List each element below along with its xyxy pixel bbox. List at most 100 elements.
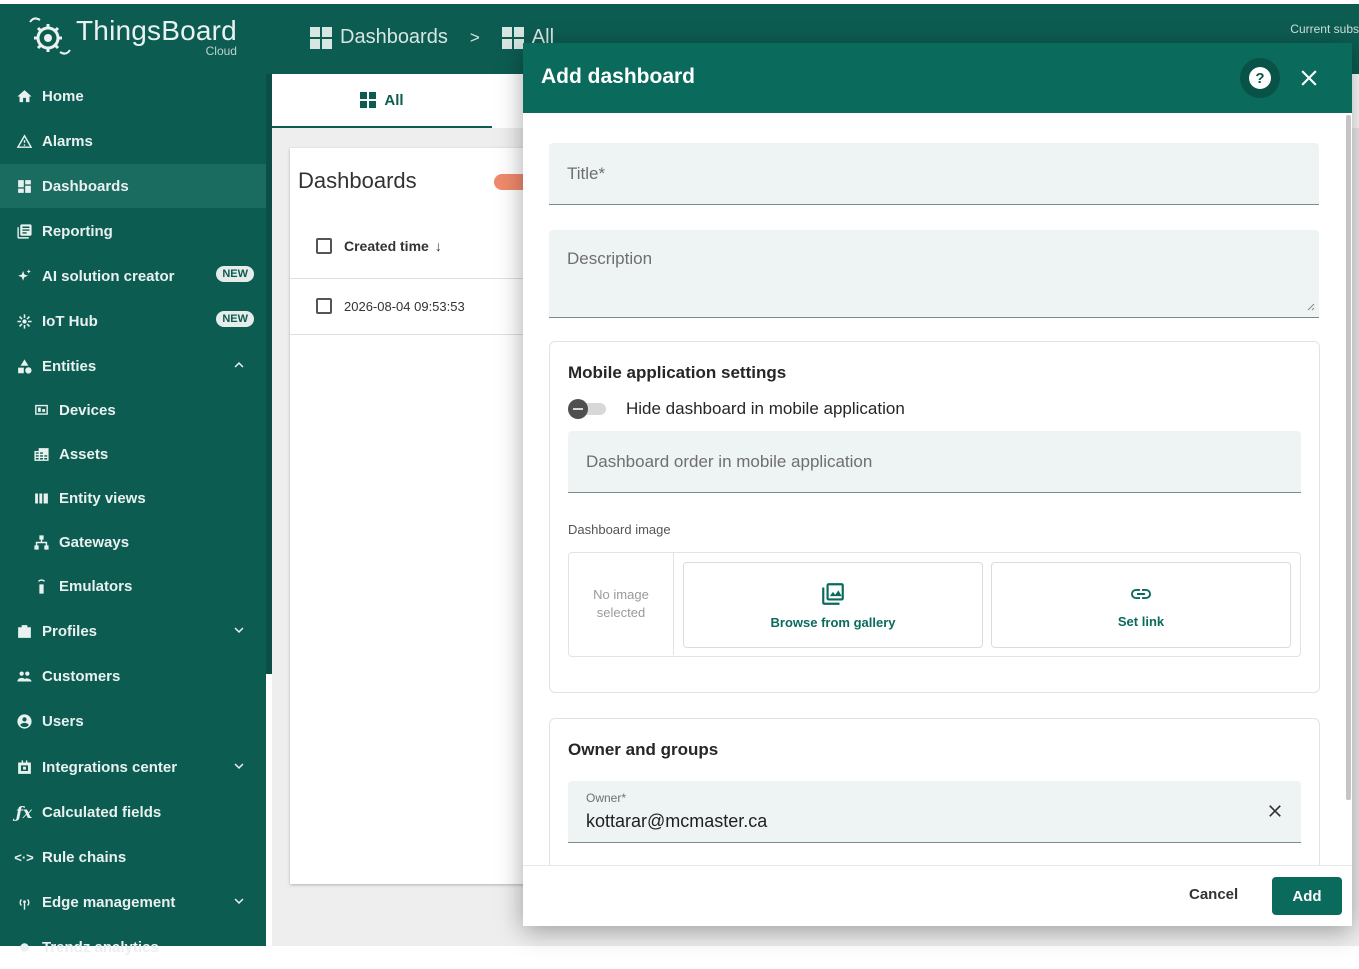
sidebar: Home Alarms Dashboards Reporting AI solu… xyxy=(0,74,266,956)
assets-icon xyxy=(32,445,50,463)
sidebar-item-label: Profiles xyxy=(42,622,98,640)
users-icon xyxy=(15,712,33,730)
alarm-warning-icon xyxy=(15,132,33,150)
sidebar-item-calculated-fields[interactable]: ƒx Calculated fields xyxy=(0,790,266,834)
sidebar-item-label: Edge management xyxy=(42,893,176,911)
resize-handle-icon[interactable] xyxy=(1305,301,1315,311)
hide-in-mobile-toggle[interactable] xyxy=(568,399,606,419)
browse-button-label: Browse from gallery xyxy=(770,614,896,630)
sidebar-item-label: Assets xyxy=(59,445,109,463)
sidebar-item-label: Devices xyxy=(59,401,116,419)
app-logo[interactable]: ThingsBoard Cloud xyxy=(26,14,237,60)
chevron-up-icon[interactable] xyxy=(230,356,248,374)
owner-field[interactable]: Owner* kottarar@mcmaster.ca xyxy=(568,781,1301,843)
function-icon: ƒx xyxy=(15,802,33,822)
owner-value: kottarar@mcmaster.ca xyxy=(586,811,768,831)
chevron-down-icon[interactable] xyxy=(230,757,248,775)
sidebar-item-label: Customers xyxy=(42,667,121,685)
sidebar-item-label: Home xyxy=(42,87,84,105)
sidebar-item-profiles[interactable]: Profiles xyxy=(0,609,266,653)
sidebar-item-users[interactable]: Users xyxy=(0,699,266,743)
sidebar-item-edge-management[interactable]: Edge management xyxy=(0,880,266,924)
row-checkbox[interactable] xyxy=(316,298,332,314)
sidebar-item-label: Reporting xyxy=(42,222,113,240)
link-icon xyxy=(1131,588,1151,599)
dashboard-image-box: No image selected Browse from gallery Se… xyxy=(568,552,1301,657)
hub-icon xyxy=(15,312,33,330)
app-name: ThingsBoard xyxy=(76,15,237,46)
sidebar-item-entities[interactable]: Entities xyxy=(0,344,266,388)
dialog-scrollbar[interactable] xyxy=(1346,115,1351,800)
description-field[interactable]: Description xyxy=(549,230,1319,318)
sidebar-item-reporting[interactable]: Reporting xyxy=(0,209,266,253)
sidebar-item-emulators[interactable]: Emulators xyxy=(0,564,266,608)
dashboard-image-label: Dashboard image xyxy=(568,522,671,537)
add-dashboard-dialog: Add dashboard ? Title* Description Mobil… xyxy=(523,43,1352,926)
dashboard-icon xyxy=(310,26,332,49)
logo-icon xyxy=(29,17,71,55)
sidebar-item-iot-hub[interactable]: IoT Hub NEW xyxy=(0,299,266,343)
chevron-down-icon[interactable] xyxy=(230,892,248,910)
cancel-button[interactable]: Cancel xyxy=(1189,886,1238,903)
column-header-label: Created time xyxy=(344,238,429,254)
tab-all[interactable]: All xyxy=(272,74,492,128)
dashboard-order-field[interactable]: Dashboard order in mobile application xyxy=(568,431,1301,493)
owner-label: Owner* xyxy=(586,791,627,805)
new-badge: NEW xyxy=(216,266,254,282)
table-row-created-time: 2026-08-04 09:53:53 xyxy=(344,299,465,314)
sidebar-item-entity-views[interactable]: Entity views xyxy=(0,476,266,520)
dialog-footer: Cancel Add xyxy=(523,865,1352,926)
sidebar-item-gateways[interactable]: Gateways xyxy=(0,520,266,564)
sidebar-item-label: Trendz analytics xyxy=(42,938,159,956)
set-link-label: Set link xyxy=(1117,613,1165,629)
clear-owner-icon[interactable] xyxy=(1265,801,1285,821)
breadcrumb-dashboards[interactable]: Dashboards xyxy=(340,26,448,49)
sidebar-item-label: Rule chains xyxy=(42,848,127,866)
entity-views-icon xyxy=(32,489,50,507)
order-placeholder: Dashboard order in mobile application xyxy=(586,452,873,471)
dashboard-icon xyxy=(501,26,524,49)
sidebar-item-label: AI solution creator xyxy=(42,267,175,285)
close-icon xyxy=(1301,70,1317,86)
help-button[interactable]: ? xyxy=(1240,58,1280,98)
chevron-down-icon[interactable] xyxy=(230,621,248,639)
sidebar-item-home[interactable]: Home xyxy=(0,74,266,118)
title-placeholder: Title* xyxy=(567,164,606,183)
title-field[interactable]: Title* xyxy=(549,143,1319,205)
gateways-icon xyxy=(32,533,50,551)
set-link-button[interactable]: Set link xyxy=(991,562,1291,648)
sidebar-item-devices[interactable]: Devices xyxy=(0,388,266,432)
breadcrumb: Dashboards > All xyxy=(310,26,554,49)
sidebar-item-assets[interactable]: Assets xyxy=(0,432,266,476)
sidebar-item-dashboards[interactable]: Dashboards xyxy=(0,164,266,208)
breadcrumb-separator: > xyxy=(469,27,480,47)
sidebar-item-label: Alarms xyxy=(42,132,93,150)
close-button[interactable] xyxy=(1296,65,1322,91)
sidebar-item-ai-solution-creator[interactable]: AI solution creator NEW xyxy=(0,254,266,298)
dialog-header: Add dashboard ? xyxy=(523,43,1352,113)
browse-from-gallery-button[interactable]: Browse from gallery xyxy=(683,562,983,648)
sidebar-item-label: Entity views xyxy=(59,489,146,507)
description-placeholder: Description xyxy=(567,249,653,268)
rule-chains-icon: <·> xyxy=(14,849,34,865)
sidebar-item-trendz-analytics[interactable]: Trendz analytics xyxy=(0,925,266,969)
sidebar-item-label: Entities xyxy=(42,357,97,375)
dashboard-icon xyxy=(360,92,377,108)
current-subscription[interactable]: Current subs xyxy=(1290,22,1359,36)
toggle-thumb-icon xyxy=(568,399,588,419)
customers-icon xyxy=(15,667,33,685)
select-all-checkbox[interactable] xyxy=(316,238,332,254)
created-time-header[interactable]: Created time ↓ xyxy=(344,238,442,254)
sidebar-item-rule-chains[interactable]: <·> Rule chains xyxy=(0,835,266,879)
add-button[interactable]: Add xyxy=(1272,877,1342,915)
reporting-icon xyxy=(15,222,33,240)
sidebar-item-integrations-center[interactable]: Integrations center xyxy=(0,745,266,789)
sidebar-item-label: IoT Hub xyxy=(42,312,98,330)
owner-section-title: Owner and groups xyxy=(568,740,719,759)
trendz-icon xyxy=(15,938,33,956)
sidebar-item-label: Gateways xyxy=(59,533,130,551)
sidebar-item-customers[interactable]: Customers xyxy=(0,654,266,698)
tab-label: All xyxy=(384,91,404,109)
sparkle-icon xyxy=(15,267,33,285)
sidebar-item-alarms[interactable]: Alarms xyxy=(0,119,266,163)
